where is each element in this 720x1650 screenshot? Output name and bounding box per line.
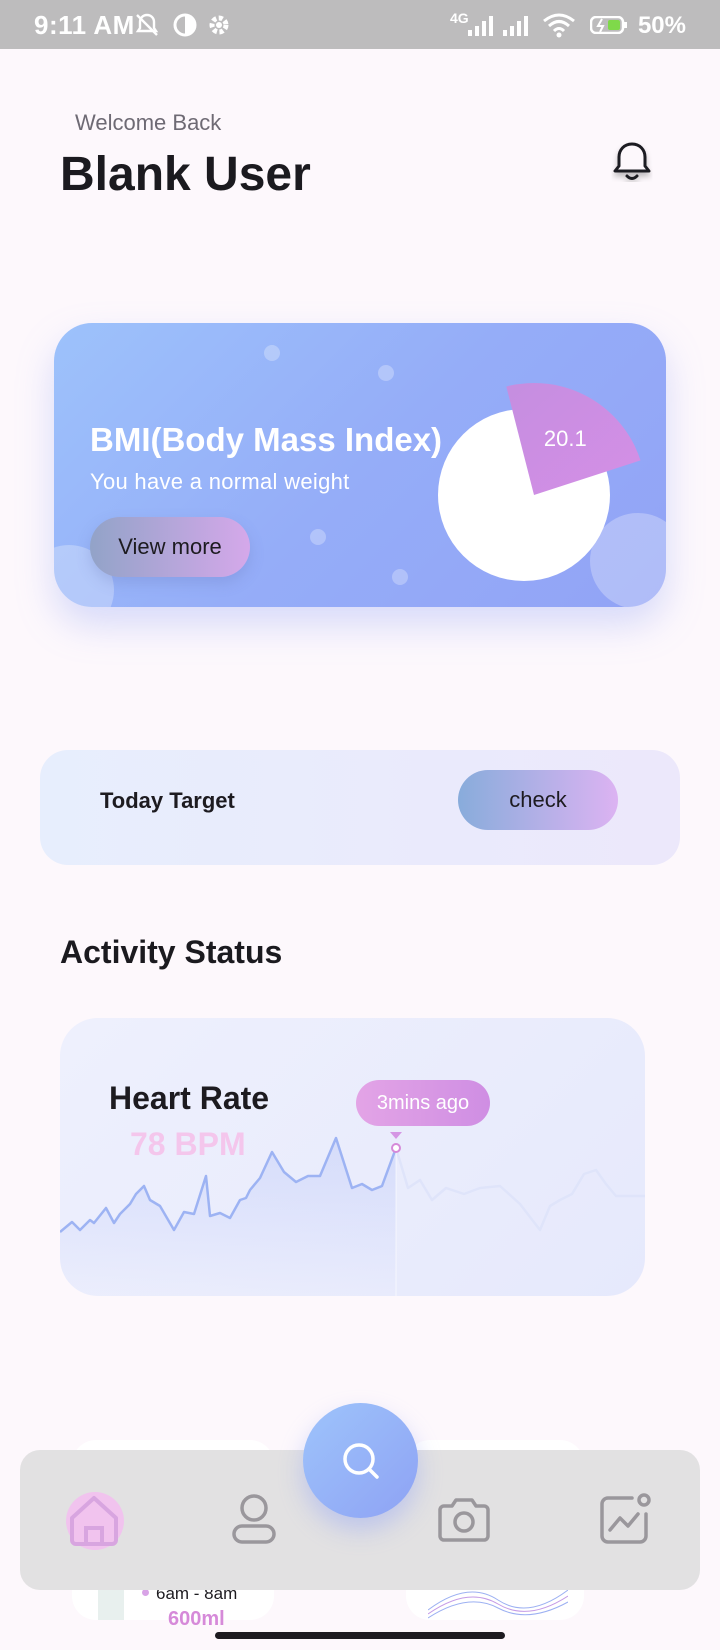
activity-chart-icon <box>600 1493 651 1544</box>
decor-dot <box>264 345 280 361</box>
activity-status-title: Activity Status <box>60 934 283 970</box>
data-saver-icon <box>172 12 198 43</box>
gesture-bar <box>215 1632 505 1639</box>
battery-icon <box>589 15 628 39</box>
heart-rate-card[interactable]: Heart Rate 78 BPM 3mins ago <box>60 1018 645 1296</box>
today-target-label: Today Target <box>100 788 235 813</box>
settings-icon <box>206 12 232 43</box>
check-button[interactable]: check <box>458 770 618 830</box>
nav-home[interactable] <box>62 1488 126 1552</box>
bmi-pie-chart: 20.1 <box>438 383 641 581</box>
profile-icon <box>232 1494 276 1544</box>
wifi-icon <box>542 12 576 43</box>
bmi-subtitle: You have a normal weight <box>90 469 350 494</box>
tooltip-arrow <box>390 1132 402 1139</box>
search-icon <box>343 1443 379 1479</box>
user-name: Blank User <box>60 148 311 201</box>
network-type: 4G <box>450 10 469 26</box>
bmi-value: 20.1 <box>544 426 587 451</box>
nav-profile[interactable] <box>222 1488 286 1552</box>
signal-icon-2 <box>503 16 528 36</box>
status-time: 9:11 AM <box>34 10 135 40</box>
notification-bell-icon[interactable] <box>606 136 658 188</box>
heart-rate-title: Heart Rate <box>109 1080 270 1116</box>
heart-rate-value: 78 BPM <box>130 1126 246 1162</box>
bmi-title: BMI(Body Mass Index) <box>90 421 443 458</box>
heart-rate-tooltip: 3mins ago <box>356 1080 490 1126</box>
status-bar: 9:11 AM 4G 50% <box>0 0 720 49</box>
bmi-card: BMI(Body Mass Index) You have a normal w… <box>54 323 666 607</box>
welcome-text: Welcome Back <box>75 110 222 135</box>
nav-activity[interactable] <box>592 1488 656 1552</box>
nav-camera[interactable] <box>432 1488 496 1552</box>
signal-icon <box>468 16 493 36</box>
decor-dot <box>378 365 394 381</box>
decor-dot <box>310 529 326 545</box>
today-target-card: Today Target check <box>40 750 680 865</box>
heart-rate-future-line <box>394 1147 645 1232</box>
view-more-button[interactable]: View more <box>90 517 250 577</box>
water-amount: 600ml <box>168 1608 225 1630</box>
water-dot <box>142 1589 149 1596</box>
decor-dot <box>392 569 408 585</box>
search-fab-button[interactable] <box>303 1403 418 1518</box>
home-icon <box>70 1496 118 1546</box>
heart-rate-marker <box>391 1143 401 1153</box>
bell-off-icon <box>134 12 160 43</box>
battery-percent: 50% <box>637 12 686 39</box>
camera-icon <box>438 1498 490 1542</box>
